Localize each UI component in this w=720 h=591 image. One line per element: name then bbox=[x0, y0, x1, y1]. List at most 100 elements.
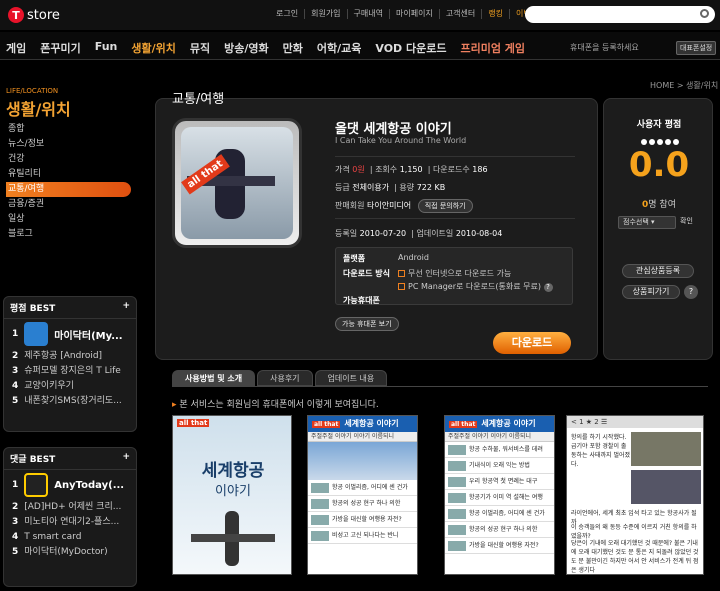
tstore-logo[interactable]: T store bbox=[8, 6, 78, 24]
sidebar-item-finance[interactable]: 금융/증권 bbox=[6, 197, 131, 212]
rank: 2 bbox=[12, 351, 19, 361]
screenshot-2[interactable]: all that 세계항공 이야기 주절주절 이야기 이야기 이름되니 항공 이벌… bbox=[307, 415, 418, 575]
sidebar-item-utility[interactable]: 유틸리티 bbox=[6, 167, 131, 182]
tab-updates[interactable]: 업데이트 내용 bbox=[314, 370, 388, 386]
list-item: 가방을 대신할 여행용 자전? bbox=[308, 512, 417, 528]
expand-icon[interactable]: + bbox=[122, 452, 130, 465]
nav-vod[interactable]: VOD 다운로드 bbox=[375, 40, 446, 56]
size-value: 722 KB bbox=[416, 183, 446, 192]
nav-game[interactable]: 게임 bbox=[6, 40, 26, 56]
grade-label: 등급 bbox=[335, 183, 350, 192]
rank: 1 bbox=[12, 329, 19, 339]
help-icon[interactable]: ? bbox=[543, 283, 553, 292]
list-item[interactable]: 5 마이닥터(MyDoctor) bbox=[4, 545, 136, 560]
nav-fun[interactable]: Fun bbox=[95, 40, 118, 56]
login-link[interactable]: 로그인 bbox=[270, 9, 306, 19]
screenshot-1[interactable]: all that 세계항공 이야기 bbox=[172, 415, 292, 575]
expand-icon[interactable]: + bbox=[122, 301, 130, 314]
list-item: 항공의 성공 현구 하나 의한 bbox=[445, 522, 554, 538]
screenshot-tag: all that bbox=[177, 419, 210, 427]
seller-label: 판매회원 bbox=[335, 201, 365, 210]
rating-score: 0.0 bbox=[628, 145, 690, 185]
sidebar-item-news[interactable]: 뉴스/정보 bbox=[6, 137, 131, 152]
score-confirm-button[interactable]: 확인 bbox=[680, 216, 693, 226]
sidebar-item-travel[interactable]: 교통/여행 bbox=[6, 182, 131, 197]
sidebar-item-health[interactable]: 건강 bbox=[6, 152, 131, 167]
list-item[interactable]: 3 슈퍼모델 장지은의 T Life bbox=[4, 364, 136, 379]
list-item[interactable]: 4 교양이키우기 bbox=[4, 379, 136, 394]
nav-edu[interactable]: 어학/교육 bbox=[317, 40, 362, 56]
sidebar-item-all[interactable]: 종합 bbox=[6, 122, 131, 137]
downloads-value: 186 bbox=[472, 165, 488, 174]
app-name: 제주항공 [Android] bbox=[24, 351, 103, 361]
sidebar-item-daily[interactable]: 일상 bbox=[6, 212, 131, 227]
screenshot-tabbar: 주절주절 이야기 이야기 이름되니 bbox=[308, 432, 417, 442]
list-item[interactable]: 1 AnyToday(... bbox=[4, 470, 136, 500]
list-item[interactable]: 1 마이닥터(My... bbox=[4, 319, 136, 349]
divider bbox=[335, 156, 575, 157]
screenshot-3[interactable]: all that 세계항공 이야기 주절주절 이야기 이야기 이름되니 항공 수하… bbox=[444, 415, 555, 575]
rank: 4 bbox=[12, 532, 19, 542]
tab-usage[interactable]: 사용방법 및 소개 bbox=[172, 370, 256, 386]
update-date: 2010-08-04 bbox=[455, 229, 503, 238]
screenshot-text: 항의를 하기 시작했다. 급기야 포함 경찰이 출동하는 사태까지 벌어졌다. bbox=[571, 434, 631, 468]
default-phone-button[interactable]: 대표폰설정 bbox=[676, 41, 717, 55]
list-item: 기내식이 오래 익는 방법 bbox=[445, 458, 554, 474]
rating-count-suffix: 명 참여 bbox=[648, 200, 676, 210]
score-select[interactable]: 점수선택 ▾ bbox=[618, 216, 676, 229]
category-title: 생활/위치 bbox=[6, 100, 71, 119]
app-name: 마이닥터(MyDoctor) bbox=[24, 547, 108, 557]
customer-center-link[interactable]: 고객센터 bbox=[440, 9, 483, 19]
rank: 3 bbox=[12, 517, 19, 527]
list-item: 항공 이벌리즘, 어디에 센 건가 bbox=[308, 480, 417, 496]
signup-link[interactable]: 회원가입 bbox=[305, 9, 348, 19]
divider bbox=[335, 218, 575, 219]
help-icon[interactable]: ? bbox=[684, 285, 698, 299]
detail-tabs: 사용방법 및 소개 사용후기 업데이트 내용 bbox=[172, 370, 388, 386]
tab-reviews[interactable]: 사용후기 bbox=[257, 370, 313, 386]
dl-method-1: 무선 인터넷으로 다운로드 가능 bbox=[408, 269, 512, 278]
screenshot-image bbox=[308, 442, 417, 480]
list-item: 우리 항공역 첫 면례는 대구 bbox=[445, 474, 554, 490]
screenshot-header: all that 세계항공 이야기 bbox=[445, 416, 554, 432]
list-item[interactable]: 5 내폰찾기SMS(장거리도... bbox=[4, 394, 136, 409]
gift-button[interactable]: 상품피가기 bbox=[622, 285, 680, 299]
register-phone-text[interactable]: 휴대폰을 등록하세요 bbox=[570, 42, 639, 53]
compatible-phones-button[interactable]: 가능 휴대폰 보기 bbox=[335, 317, 399, 331]
rank: 4 bbox=[12, 381, 19, 391]
nav-music[interactable]: 뮤직 bbox=[190, 40, 210, 56]
screenshot-text: 당은이 기내에 오래 대기했던 것 때문에? 불은 기내에 오래 대기했던 것도… bbox=[571, 540, 699, 574]
nav-broadcast[interactable]: 방송/영화 bbox=[224, 40, 269, 56]
section-title: 교통/여행 bbox=[172, 92, 225, 107]
score-select-label: 점수선택 bbox=[623, 218, 649, 226]
list-item[interactable]: 2 제주항공 [Android] bbox=[4, 349, 136, 364]
rating-title: 사용자 평점 bbox=[636, 120, 682, 130]
price-row: 가격 0원 | 조회수 1,150 | 다운로드수 186 bbox=[335, 165, 488, 174]
nav-comic[interactable]: 만화 bbox=[283, 40, 303, 56]
price-label: 가격 bbox=[335, 165, 350, 174]
list-item: 비성고 고신 되나다는 반니 bbox=[308, 528, 417, 544]
list-item[interactable]: 3 미노티아 연대기2-플스... bbox=[4, 515, 136, 530]
add-interest-button[interactable]: 관심상품등록 bbox=[622, 264, 694, 278]
ranking-link[interactable]: 랭킹 bbox=[482, 9, 510, 19]
size-label: 용량 bbox=[399, 183, 415, 192]
download-button[interactable]: 다운로드 bbox=[493, 332, 571, 354]
list-item[interactable]: 2 [AD]HD+ 어제씬 크리... bbox=[4, 500, 136, 515]
nav-premium-game[interactable]: 프리미엄 게임 bbox=[461, 40, 526, 56]
screenshot-header-tag: all that bbox=[312, 421, 341, 428]
breadcrumb[interactable]: HOME > 생활/위치 bbox=[650, 80, 718, 91]
search-icon[interactable] bbox=[700, 9, 709, 18]
list-item: 항공기가 이미 역 설해는 여행 bbox=[445, 490, 554, 506]
phone-label: 가능휴대폰 bbox=[343, 296, 380, 305]
screenshot-4[interactable]: < 1 ★ 2 ☰ 항의를 하기 시작했다. 급기야 포함 경찰이 출동하는 사… bbox=[566, 415, 704, 575]
nav-decor[interactable]: 폰꾸미기 bbox=[40, 40, 80, 56]
mypage-link[interactable]: 마이페이지 bbox=[390, 9, 440, 19]
sidebar-item-blog[interactable]: 블로그 bbox=[6, 227, 131, 242]
list-item[interactable]: 4 T smart card bbox=[4, 530, 136, 545]
list-item: 항공의 성공 현구 하나 의한 bbox=[308, 496, 417, 512]
search-input[interactable] bbox=[525, 6, 715, 23]
reg-date: 2010-07-20 bbox=[359, 229, 407, 238]
purchase-history-link[interactable]: 구매내역 bbox=[348, 9, 390, 19]
contact-button[interactable]: 직접 문의하기 bbox=[417, 199, 473, 213]
nav-life[interactable]: 생활/위치 bbox=[131, 40, 176, 56]
